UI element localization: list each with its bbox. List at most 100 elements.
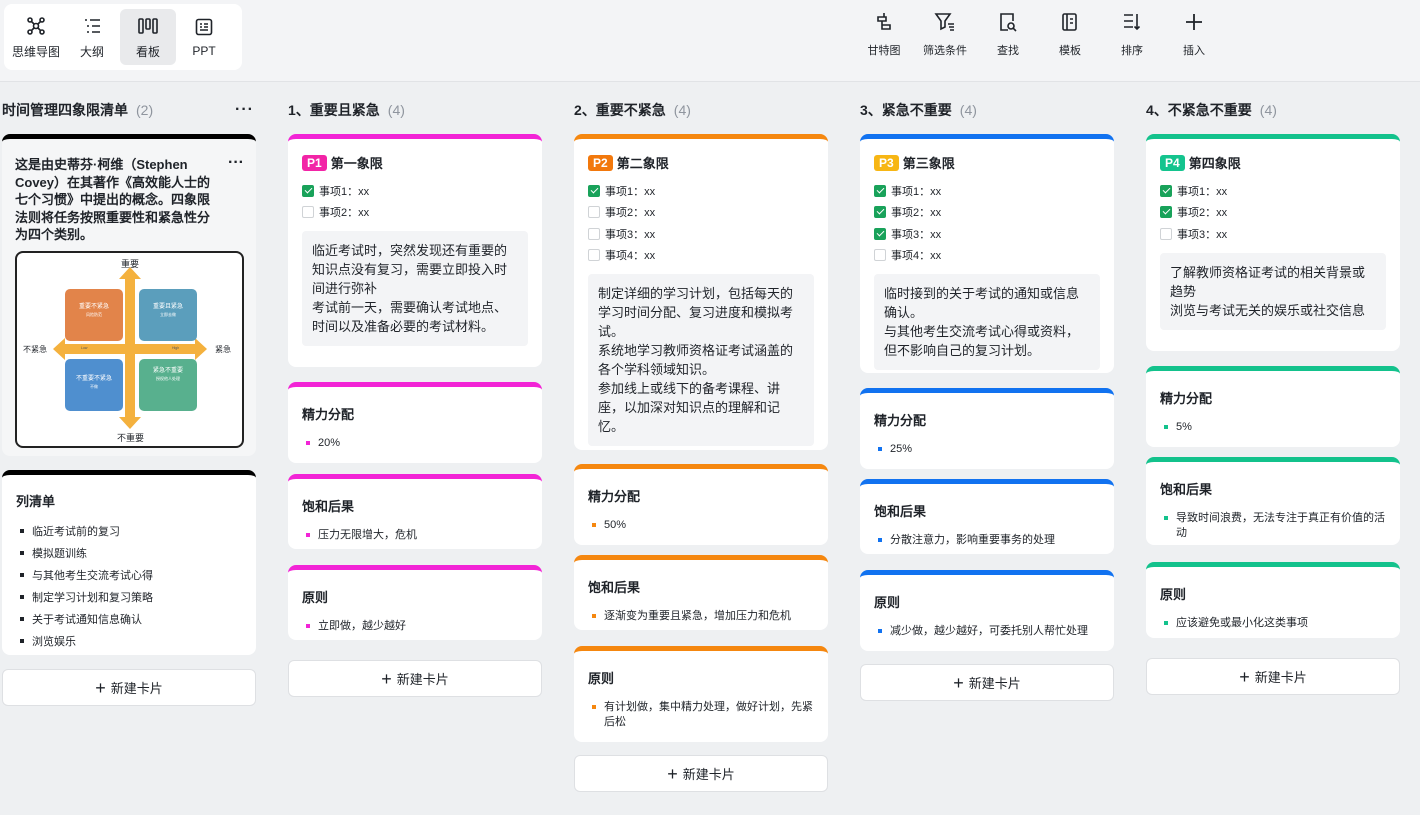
axis-top-label: 重要 xyxy=(121,258,140,269)
consequence-item: 压力无限增大，危机 xyxy=(302,528,528,543)
checkbox[interactable] xyxy=(874,227,886,240)
quadrant-card[interactable]: P2 第二象限事项1：xx 事项2：xx 事项3：xx 事项4：xx 制定详细的学习计划，… xyxy=(574,134,828,450)
checklist-text: 事项3：xx xyxy=(891,228,942,241)
more-icon[interactable]: ··· xyxy=(235,101,254,117)
checklist: 事项1：xx 事项2：xx 事项3：xx 事项4：xx xyxy=(874,180,1100,266)
intro-list: 临近考试前的复习 模拟题训练 与其他考生交流考试心得 制定学习计划和复习策略 关于考试通… xyxy=(16,520,242,652)
checklist-text: 事项4：xx xyxy=(891,250,942,263)
filter-button[interactable]: 筛选条件 xyxy=(914,10,976,60)
consequence-text: 导致时间浪费，无法专注于真正有价值的活动 xyxy=(1176,512,1385,539)
quadrant-card[interactable]: P1 第一象限 事项1：xx 事项2：xx 临近考试时，突然发现还有重要的知识点没有复习… xyxy=(288,134,542,367)
priority-tag: P2 xyxy=(588,154,613,171)
consequence-item: 逐渐变为重要且紧急，增加压力和危机 xyxy=(588,609,814,624)
consequence-item: 导致时间浪费，无法专注于真正有价值的活动 xyxy=(1160,511,1386,541)
checkbox[interactable] xyxy=(588,206,600,219)
consequence-card[interactable]: 饱和后果 导致时间浪费，无法专注于真正有价值的活动 xyxy=(1146,457,1400,545)
column-count: (4) xyxy=(387,101,405,118)
checklist-item: 事项1：xx xyxy=(874,180,1100,202)
checkbox[interactable] xyxy=(1160,184,1172,197)
list-item-text: 制定学习计划和复习策略 xyxy=(32,592,153,604)
principle-text: 立即做，越少越好 xyxy=(318,620,406,632)
bullet-icon xyxy=(592,614,596,618)
checkbox[interactable] xyxy=(1160,206,1172,219)
checkbox[interactable] xyxy=(1160,227,1172,240)
checkbox[interactable] xyxy=(588,227,600,240)
energy-card[interactable]: 精力分配 5% xyxy=(1146,366,1400,447)
tool-label: 插入 xyxy=(1183,45,1205,57)
plus-icon: + xyxy=(95,677,106,698)
new-card-button[interactable]: + 新建卡片 xyxy=(1146,658,1400,695)
checkbox[interactable] xyxy=(874,184,886,197)
axis-bottom-label: 不重要 xyxy=(117,432,145,443)
list-item: 关于考试通知信息确认 xyxy=(16,608,242,630)
quadrant-note: 制定详细的学习计划，包括每天的学习时间分配、复习进度和模拟考试。 系统地学习教师… xyxy=(588,274,814,446)
bullet-icon xyxy=(592,705,596,709)
bullet-icon xyxy=(306,624,310,628)
energy-card[interactable]: 精力分配 50% xyxy=(574,464,828,545)
list-card[interactable]: 列清单 临近考试前的复习 模拟题训练 与其他考生交流考试心得 制定学习计划和复习策略关… xyxy=(2,470,256,655)
checkbox[interactable] xyxy=(588,184,600,197)
new-card-button[interactable]: + 新建卡片 xyxy=(2,669,256,706)
energy-card[interactable]: 精力分配 25% xyxy=(860,388,1114,469)
checkbox[interactable] xyxy=(874,249,886,262)
bullet-icon xyxy=(1164,621,1168,625)
checklist-item: 事项3：xx xyxy=(588,223,814,245)
quadrant-diagram: 重要 不重要 不紧急 紧急 Low High 重要不紧急 风险防范 重要且紧急 立即… xyxy=(15,250,244,448)
more-icon[interactable]: ··· xyxy=(228,155,244,171)
insert-button[interactable]: 插入 xyxy=(1163,10,1225,60)
consequence-card[interactable]: 饱和后果 逐渐变为重要且紧急，增加压力和危机 xyxy=(574,555,828,630)
sort-button[interactable]: 排序 xyxy=(1101,10,1163,60)
gantt-button[interactable]: 甘特图 xyxy=(853,10,915,60)
checklist-text: 事项2：xx xyxy=(891,207,942,220)
template-button[interactable]: 模板 xyxy=(1039,10,1101,60)
principle-title: 原则 xyxy=(302,590,329,605)
list-item: 模拟题训练 xyxy=(16,542,242,564)
priority-tag: P4 xyxy=(1160,154,1185,171)
new-card-label: 新建卡片 xyxy=(968,676,1021,691)
new-card-label: 新建卡片 xyxy=(396,672,449,687)
consequence-card[interactable]: 饱和后果 分散注意力，影响重要事务的处理 xyxy=(860,479,1114,554)
list-item-text: 临近考试前的复习 xyxy=(32,526,120,538)
plus-icon: + xyxy=(667,763,678,784)
new-card-button[interactable]: + 新建卡片 xyxy=(860,664,1114,701)
principle-text: 应该避免或最小化这类事项 xyxy=(1176,617,1308,629)
checkbox[interactable] xyxy=(588,249,600,262)
column-header: 3、紧急不重要 (4) xyxy=(860,82,1114,137)
principle-card[interactable]: 原则 减少做，越少越好，可委托别人帮忙处理 xyxy=(860,570,1114,651)
checkbox[interactable] xyxy=(302,184,314,197)
bullet-icon xyxy=(1164,516,1168,520)
consequence-text: 逐渐变为重要且紧急，增加压力和危机 xyxy=(604,610,791,622)
principle-card[interactable]: 原则 有计划做，集中精力处理，做好计划，先紧后松 xyxy=(574,646,828,742)
find-button[interactable]: 查找 xyxy=(977,10,1039,60)
checklist: 事项1：xx 事项2：xx 事项3：xx 事项4：xx xyxy=(588,180,814,266)
checkbox[interactable] xyxy=(874,206,886,219)
bullet-icon xyxy=(20,529,24,533)
column-quadrant-3: 3、紧急不重要 (4) P3 第三象限 事项1：xx 事项2：xx 事项3：xx 事项4：xx… xyxy=(860,82,1114,701)
new-card-button[interactable]: + 新建卡片 xyxy=(288,660,542,697)
quadrant-label: 第二象限 xyxy=(616,156,669,171)
checklist: 事项1：xx 事项2：xx xyxy=(302,180,528,223)
principle-card[interactable]: 原则立即做，越少越好 xyxy=(288,565,542,640)
toolbar-actions: 甘特图 筛选条件 查找 模板 排序 插入 xyxy=(0,10,1420,70)
quadrant-card[interactable]: P3 第三象限 事项1：xx 事项2：xx 事项3：xx 事项4：xx 临时接到的关于考试的… xyxy=(860,134,1114,373)
checkbox[interactable] xyxy=(302,206,314,219)
column-title: 时间管理四象限清单 xyxy=(2,101,128,118)
gantt-icon xyxy=(873,10,895,34)
energy-card[interactable]: 精力分配 20% xyxy=(288,382,542,463)
checklist-item: 事项1：xx xyxy=(1160,180,1386,202)
energy-text: 25% xyxy=(890,443,913,455)
list-item-text: 浏览娱乐 xyxy=(32,636,76,648)
quadrant-q2: 重要且紧急 立即去做 xyxy=(152,303,183,317)
consequence-card[interactable]: 饱和后果 压力无限增大，危机 xyxy=(288,474,542,549)
filter-icon xyxy=(934,10,956,34)
energy-text: 50% xyxy=(604,519,627,531)
quadrant-card[interactable]: P4 第四象限 事项1：xx 事项2：xx 事项3：xx 了解教师资格证考试的相关背景或趋… xyxy=(1146,134,1400,351)
quadrant-label: 第四象限 xyxy=(1188,156,1241,171)
intro-card[interactable]: 这是由史蒂芬·柯维（Stephen Covey）在其著作《高效能人士的七个习惯》… xyxy=(2,134,256,456)
principle-item: 减少做，越少越好，可委托别人帮忙处理 xyxy=(874,624,1100,639)
principle-card[interactable]: 原则 应该避免或最小化这类事项 xyxy=(1146,562,1400,638)
new-card-button[interactable]: + 新建卡片 xyxy=(574,755,828,792)
tool-label: 模板 xyxy=(1059,45,1081,57)
column-count: (4) xyxy=(1259,101,1277,118)
new-card-label: 新建卡片 xyxy=(110,681,163,696)
